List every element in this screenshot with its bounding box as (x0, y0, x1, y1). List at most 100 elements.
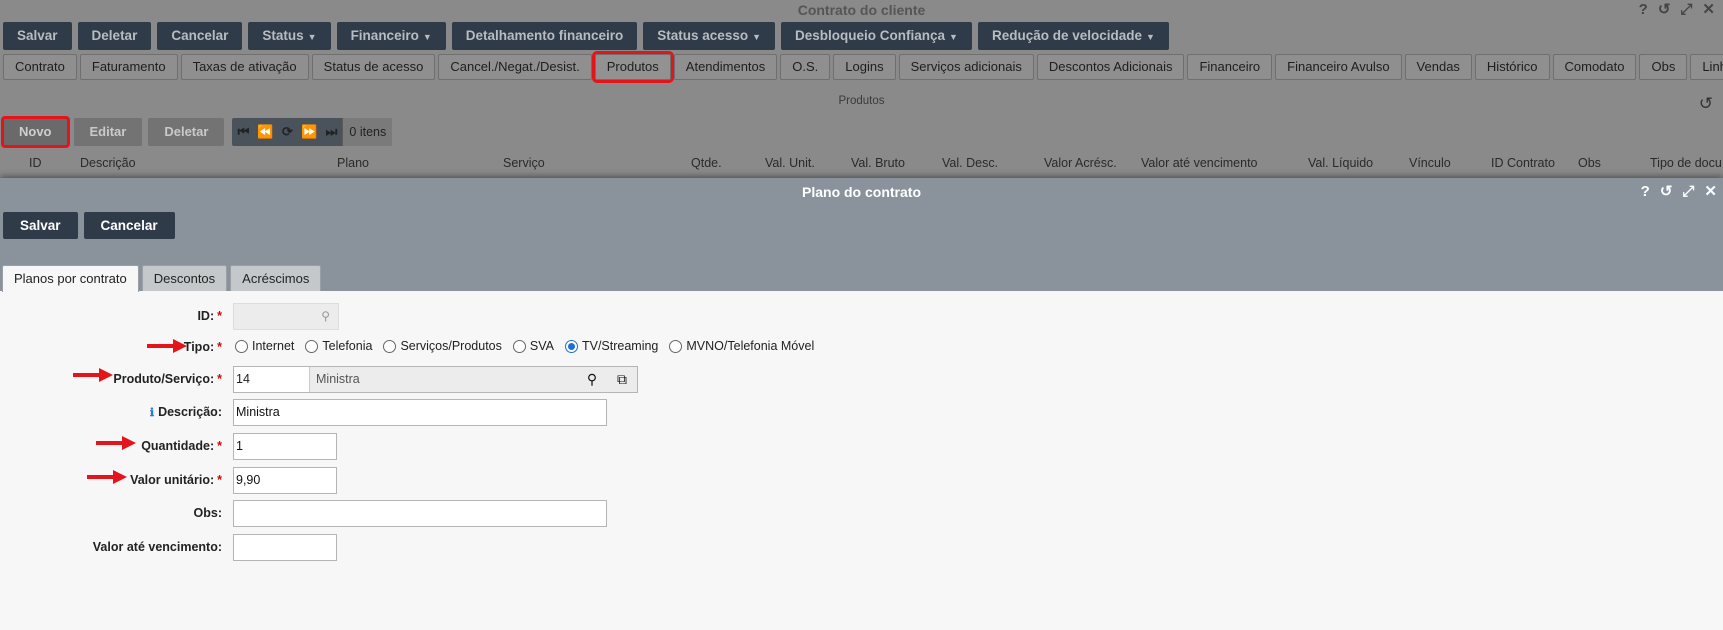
valor-vencimento-input[interactable] (233, 534, 337, 561)
tab-descontos-adicionais[interactable]: Descontos Adicionais (1036, 54, 1185, 80)
column-header[interactable]: Serviço (503, 156, 545, 170)
radio-tv-streaming[interactable]: TV/Streaming (564, 339, 658, 353)
tab-vendas[interactable]: Vendas (1404, 54, 1472, 80)
descricao-label: ℹ Descrição: (149, 405, 222, 419)
contract-save-button[interactable]: Salvar (3, 22, 72, 50)
radio-internet[interactable]: Internet (235, 339, 294, 353)
editar-button[interactable]: Editar (73, 118, 143, 146)
produto-row: Produto/Serviço: * 14 Ministra ⚲ ⧉ (0, 366, 1723, 394)
column-header[interactable]: Obs (1578, 156, 1601, 170)
history-icon[interactable]: ↺ (1699, 94, 1713, 114)
column-header[interactable]: ID Contrato (1491, 156, 1555, 170)
first-page-icon[interactable]: ⏮ (232, 118, 254, 146)
produto-code-input[interactable]: 14 (234, 367, 310, 392)
id-field: ⚲ (233, 303, 339, 330)
chevron-down-icon: ▼ (422, 32, 432, 42)
id-label: ID: * (197, 309, 222, 323)
desbloqueio-confianca-dropdown[interactable]: Desbloqueio Confiança ▼ (781, 22, 972, 50)
detalhamento-financeiro-button[interactable]: Detalhamento financeiro (451, 22, 638, 50)
modal-cancel-button[interactable]: Cancelar (83, 212, 175, 239)
column-header[interactable]: Val. Unit. (765, 156, 815, 170)
plano-contrato-modal: Plano do contrato ? ↺ ⤢ ✕ Salvar Cancela… (0, 178, 1723, 630)
status-dropdown[interactable]: Status ▼ (248, 22, 331, 50)
tab-atendimentos[interactable]: Atendimentos (673, 54, 778, 80)
red-arrow-annotation (87, 470, 127, 484)
window-title: Contrato do cliente (797, 2, 926, 18)
search-icon[interactable]: ⚲ (577, 367, 607, 392)
refresh-icon[interactable]: ⟳ (276, 118, 298, 146)
previous-page-icon[interactable]: ⏪ (254, 118, 276, 146)
produto-description: Ministra (316, 372, 360, 386)
column-header[interactable]: Val. Bruto (851, 156, 905, 170)
column-header[interactable]: Vínculo (1409, 156, 1451, 170)
close-icon[interactable]: ✕ (1704, 183, 1717, 201)
reducao-velocidade-dropdown[interactable]: Redução de velocidade ▼ (977, 22, 1169, 50)
tab-obs[interactable]: Obs (1639, 54, 1688, 80)
column-header[interactable]: Plano (337, 156, 369, 170)
open-external-icon[interactable]: ⧉ (607, 367, 637, 392)
tab-linha-sip[interactable]: Linha SIP (1690, 54, 1723, 80)
next-page-icon[interactable]: ⏩ (298, 118, 320, 146)
maximize-icon[interactable]: ⤢ (1680, 2, 1692, 18)
deletar-button[interactable]: Deletar (148, 118, 225, 146)
radio-mvno[interactable]: MVNO/Telefonia Móvel (669, 339, 814, 353)
close-icon[interactable]: ✕ (1702, 2, 1715, 18)
valor-unitario-label: Valor unitário: * (130, 473, 222, 487)
tab-taxas-ativacao[interactable]: Taxas de ativação (180, 54, 309, 80)
descricao-row: ℹ Descrição: Ministra (0, 399, 1723, 427)
valor-vencimento-label: Valor até vencimento: (92, 540, 222, 554)
history-icon[interactable]: ↺ (1660, 183, 1673, 201)
tab-acrescimos[interactable]: Acréscimos (230, 265, 322, 291)
tab-comodato[interactable]: Comodato (1552, 54, 1637, 80)
tab-faturamento[interactable]: Faturamento (79, 54, 178, 80)
tab-servicos-adicionais[interactable]: Serviços adicionais (898, 54, 1034, 80)
chevron-down-icon: ▼ (949, 32, 958, 42)
valor-unitario-input[interactable]: 9,90 (233, 467, 337, 494)
column-header[interactable]: Val. Desc. (942, 156, 998, 170)
help-icon[interactable]: ? (1641, 183, 1650, 201)
modal-save-button[interactable]: Salvar (3, 212, 78, 239)
column-header[interactable]: Valor Acrésc. (1044, 156, 1117, 170)
chevron-down-icon: ▼ (752, 32, 761, 42)
section-title: Produtos (838, 95, 885, 107)
obs-label: Obs: (193, 506, 222, 520)
status-acesso-dropdown[interactable]: Status acesso ▼ (643, 22, 775, 50)
column-header[interactable]: Descrição (80, 156, 136, 170)
tab-os[interactable]: O.S. (780, 54, 831, 80)
radio-sva[interactable]: SVA (512, 339, 554, 353)
valor-unitario-row: Valor unitário: * 9,90 (0, 467, 1723, 495)
history-icon[interactable]: ↺ (1658, 2, 1671, 18)
column-header[interactable]: Val. Líquido (1308, 156, 1373, 170)
obs-row: Obs: (0, 500, 1723, 528)
quantidade-input[interactable]: 1 (233, 433, 337, 460)
financeiro-dropdown[interactable]: Financeiro ▼ (336, 22, 446, 50)
radio-servicos-produtos[interactable]: Serviços/Produtos (383, 339, 502, 353)
help-icon[interactable]: ? (1639, 2, 1648, 18)
tab-planos-por-contrato[interactable]: Planos por contrato (2, 265, 139, 292)
chevron-down-icon: ▼ (307, 32, 317, 42)
grid-actions: Novo Editar Deletar ⏮ ⏪ ⟳ ⏩ ⏭ 0 itens (1, 116, 393, 148)
tab-descontos[interactable]: Descontos (141, 265, 228, 291)
tab-financeiro-avulso[interactable]: Financeiro Avulso (1275, 54, 1402, 80)
obs-input[interactable] (233, 500, 607, 527)
contract-delete-button[interactable]: Deletar (77, 22, 152, 50)
contract-cancel-button[interactable]: Cancelar (157, 22, 243, 50)
column-header[interactable]: Valor até vencimento (1141, 156, 1258, 170)
tab-financeiro[interactable]: Financeiro (1187, 54, 1273, 80)
plano-form: ID: * ⚲ Tipo: * Internet Telefonia Serviço… (0, 291, 1723, 630)
maximize-icon[interactable]: ⤢ (1682, 183, 1694, 201)
tab-cancel-negat-desist[interactable]: Cancel./Negat./Desist. (438, 54, 592, 80)
radio-telefonia[interactable]: Telefonia (305, 339, 372, 353)
column-header[interactable]: ID (29, 156, 42, 170)
column-header[interactable]: Tipo de docu (1650, 156, 1722, 170)
descricao-input[interactable]: Ministra (233, 399, 607, 426)
last-page-icon[interactable]: ⏭ (320, 118, 342, 146)
tab-contrato[interactable]: Contrato (3, 54, 77, 80)
tab-logins[interactable]: Logins (833, 54, 896, 80)
tab-status-acesso[interactable]: Status de acesso (311, 54, 436, 80)
column-header[interactable]: Qtde. (691, 156, 722, 170)
novo-button[interactable]: Novo (1, 116, 70, 148)
info-icon[interactable]: ℹ (150, 407, 154, 419)
tab-historico[interactable]: Histórico (1474, 54, 1550, 80)
tab-produtos[interactable]: Produtos (591, 51, 674, 83)
